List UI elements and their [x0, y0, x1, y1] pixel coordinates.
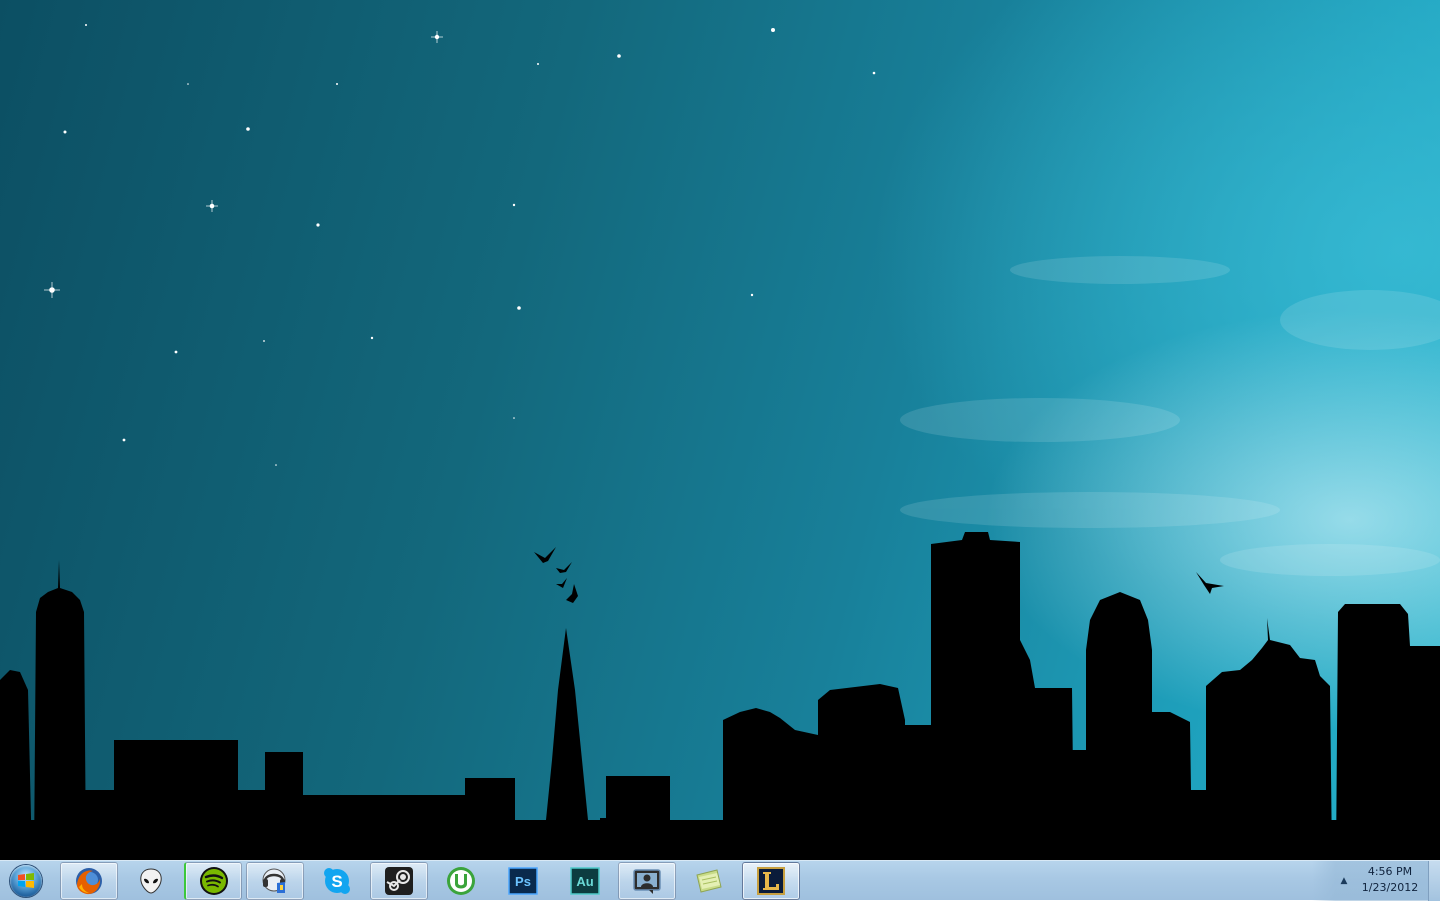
clock-date: 1/23/2012	[1361, 881, 1419, 894]
start-button[interactable]	[4, 862, 48, 900]
taskbar-steam-button[interactable]	[370, 862, 428, 900]
taskbar-skype-button[interactable]: S	[308, 862, 366, 900]
steam-icon	[385, 867, 413, 895]
taskbar: S Ps Au ▲ 4:56 PM 1/23/2012	[0, 860, 1440, 901]
show-desktop-button[interactable]	[1428, 861, 1440, 901]
skype-icon: S	[324, 868, 350, 894]
svg-text:Ps: Ps	[515, 874, 531, 889]
taskbar-utorrent-button[interactable]	[432, 862, 490, 900]
taskbar-audition-button[interactable]: Au	[556, 862, 614, 900]
spotify-icon	[199, 867, 228, 895]
svg-text:Au: Au	[576, 874, 593, 889]
messenger-icon	[633, 869, 661, 894]
windows-logo-icon	[10, 865, 42, 897]
taskbar-messenger-button[interactable]	[618, 862, 676, 900]
taskbar-foobar-button[interactable]	[122, 862, 180, 900]
desktop-wallpaper	[0, 0, 1440, 860]
show-hidden-icons-button[interactable]: ▲	[1336, 873, 1352, 889]
taskbar-spotify-button[interactable]	[184, 862, 242, 900]
foobar-alien-icon	[140, 868, 162, 894]
league-of-legends-icon	[757, 867, 785, 895]
taskbar-support-button[interactable]	[246, 862, 304, 900]
taskbar-photoshop-button[interactable]: Ps	[494, 862, 552, 900]
clock-time: 4:56 PM	[1367, 865, 1413, 878]
system-clock[interactable]: 4:56 PM 1/23/2012	[1355, 864, 1425, 898]
chevron-up-icon: ▲	[1340, 876, 1348, 886]
taskbar-firefox-button[interactable]	[60, 862, 118, 900]
audition-icon: Au	[570, 867, 600, 895]
photoshop-icon: Ps	[508, 867, 538, 895]
utorrent-icon	[447, 867, 475, 895]
taskbar-league-of-legends-button[interactable]	[742, 862, 800, 900]
svg-text:S: S	[331, 872, 342, 891]
sticky-notes-icon	[696, 869, 722, 893]
support-headset-icon	[262, 868, 286, 893]
firefox-icon	[76, 868, 102, 895]
taskbar-sticky-notes-button[interactable]	[680, 862, 738, 900]
flying-birds	[534, 547, 1224, 603]
